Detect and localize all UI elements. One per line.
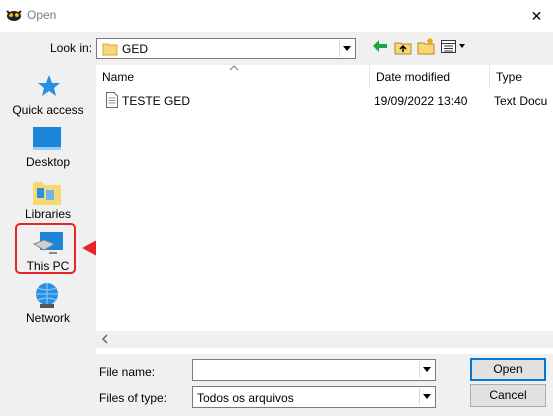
place-network[interactable]: Network — [4, 282, 92, 334]
look-in-value: GED — [122, 42, 149, 56]
column-header-date[interactable]: Date modified — [370, 65, 490, 89]
close-button[interactable]: ✕ — [520, 0, 553, 32]
place-desktop[interactable]: Desktop — [4, 126, 92, 178]
desktop-icon — [33, 127, 61, 150]
text-file-icon — [106, 92, 118, 108]
cancel-button[interactable]: Cancel — [470, 384, 546, 407]
place-label: Desktop — [25, 155, 71, 169]
look-in-dropdown[interactable]: GED — [96, 38, 356, 59]
view-menu-icon[interactable] — [441, 40, 467, 53]
file-type-value: Todos os arquivos — [197, 391, 294, 405]
network-icon — [36, 283, 58, 308]
column-header-label: Name — [102, 70, 135, 84]
new-folder-icon[interactable] — [417, 38, 435, 55]
file-name-input[interactable] — [192, 359, 436, 381]
column-header-label: Date modified — [376, 70, 451, 84]
look-in-label: Look in: — [50, 41, 93, 55]
file-type: Text Docu — [494, 94, 548, 108]
up-folder-icon[interactable] — [394, 40, 412, 55]
place-quick-access[interactable]: Quick access — [4, 74, 92, 126]
chevron-down-icon[interactable] — [419, 388, 434, 405]
libraries-icon — [33, 182, 61, 205]
column-header-label: Type — [496, 70, 523, 84]
back-arrow-icon[interactable] — [373, 40, 387, 52]
place-label: Network — [25, 311, 70, 325]
title-bar: Open ✕ — [0, 0, 553, 32]
file-name-label: File name: — [99, 365, 156, 379]
app-logo-icon — [6, 10, 22, 21]
highlight-box — [15, 223, 76, 274]
file-row[interactable]: TESTE GED 19/09/2022 13:40 Text Docu — [96, 89, 553, 111]
close-icon: ✕ — [530, 7, 543, 24]
column-header-type[interactable]: Type — [490, 65, 553, 89]
horizontal-scrollbar[interactable] — [96, 331, 553, 348]
place-label: Libraries — [24, 207, 72, 221]
file-date: 19/09/2022 13:40 — [374, 94, 468, 108]
folder-icon — [102, 43, 118, 56]
file-name: TESTE GED — [122, 94, 191, 108]
sort-ascending-icon — [229, 65, 239, 71]
star-icon — [38, 75, 60, 96]
window-title: Open — [27, 8, 57, 22]
file-type-dropdown[interactable]: Todos os arquivos — [192, 386, 436, 408]
scroll-left-icon[interactable] — [102, 334, 108, 344]
chevron-down-icon[interactable] — [339, 40, 354, 57]
open-dialog: Open ✕ Look in: GED Quick access Desktop… — [0, 0, 553, 416]
file-list[interactable]: Name Date modified Type TESTE GED 19/09/… — [96, 65, 553, 354]
file-type-label: Files of type: — [99, 391, 168, 405]
chevron-down-icon[interactable] — [419, 361, 434, 378]
open-button[interactable]: Open — [470, 358, 546, 381]
place-label: Quick access — [12, 103, 84, 117]
